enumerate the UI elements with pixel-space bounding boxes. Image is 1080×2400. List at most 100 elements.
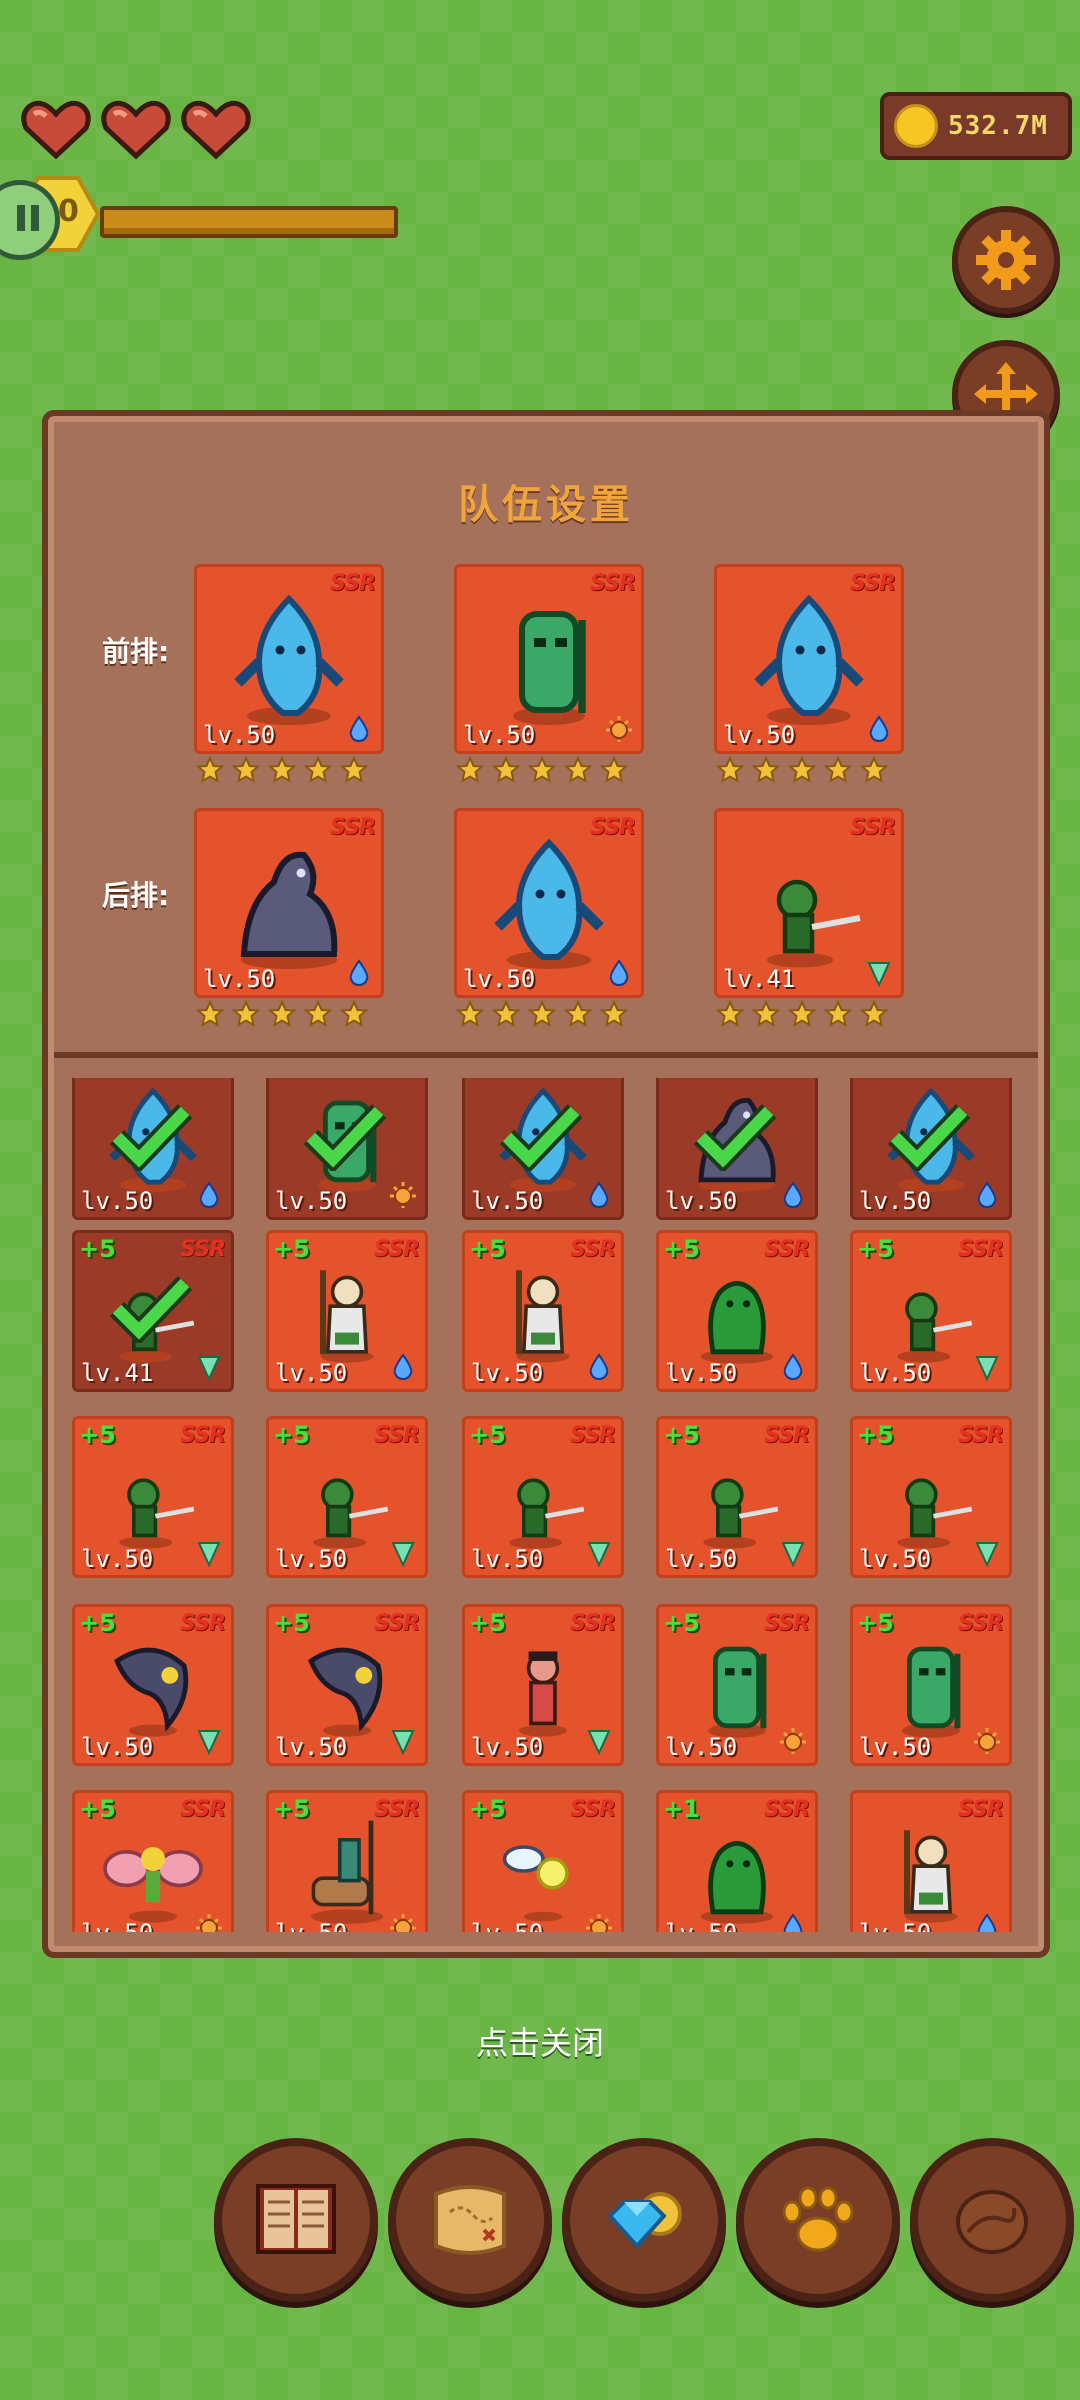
- roster-card[interactable]: lv.50: [656, 1078, 818, 1220]
- wind-element-icon: [585, 1539, 613, 1568]
- upgrade-badge: +5: [79, 1609, 116, 1637]
- fire-element-icon: [389, 1913, 417, 1932]
- wind-element-icon: [779, 1539, 807, 1568]
- wind-element-icon: [195, 1353, 223, 1382]
- unit-level: lv.50: [723, 721, 796, 749]
- upgrade-badge: +5: [857, 1235, 894, 1263]
- rarity-badge: SSR: [958, 1797, 1004, 1822]
- wind-element-icon: [389, 1539, 417, 1568]
- unit-level: lv.50: [471, 1545, 544, 1573]
- wind-element-icon: [865, 959, 893, 988]
- roster-card[interactable]: lv.50: [266, 1078, 428, 1220]
- star-icon: [339, 999, 369, 1028]
- wind-element-icon: [585, 1727, 613, 1756]
- settings-button[interactable]: [952, 206, 1060, 314]
- upgrade-badge: +5: [663, 1235, 700, 1263]
- unit-level: lv.50: [665, 1919, 737, 1932]
- upgrade-badge: +5: [469, 1609, 506, 1637]
- roster-card[interactable]: lv.50: [850, 1078, 1012, 1220]
- check-icon: [109, 1276, 193, 1343]
- pets-button[interactable]: [736, 2138, 900, 2302]
- star-icon: [527, 999, 557, 1028]
- roster-card[interactable]: +1 SSR lv.50: [656, 1790, 818, 1932]
- roster-card[interactable]: +5 SSR lv.50: [462, 1790, 624, 1932]
- upgrade-badge: +5: [79, 1795, 116, 1823]
- roster-card[interactable]: +5 SSR lv.50: [462, 1416, 624, 1578]
- rarity-badge: SSR: [180, 1797, 226, 1822]
- star-icon: [303, 755, 333, 784]
- water-element-icon: [973, 1913, 1001, 1932]
- wind-element-icon: [973, 1539, 1001, 1568]
- close-hint[interactable]: 点击关闭: [0, 2018, 1080, 2064]
- star-icon: [751, 999, 781, 1028]
- star-icon: [751, 755, 781, 784]
- shop-button[interactable]: [562, 2138, 726, 2302]
- water-element-icon: [605, 959, 633, 987]
- roster-grid[interactable]: lv.50 lv.50 lv.50 lv.50 lv.50 +5 SSR lv.41 +5 SSR…: [72, 1078, 1022, 1932]
- water-element-icon: [779, 1353, 807, 1381]
- gear-icon: [976, 230, 1036, 290]
- front-row-label: 前排:: [102, 635, 170, 668]
- star-icon: [787, 999, 817, 1028]
- unit-level: lv.50: [471, 1187, 544, 1215]
- roster-card[interactable]: lv.50: [462, 1078, 624, 1220]
- unit-level: lv.50: [859, 1359, 932, 1387]
- xp-bar: [100, 206, 398, 238]
- unit-level: lv.50: [275, 1733, 348, 1761]
- roster-card[interactable]: +5 SSR lv.41: [72, 1230, 234, 1392]
- book-button[interactable]: [214, 2138, 378, 2302]
- back-row-label: 后排:: [102, 879, 170, 912]
- roster-card[interactable]: +5 SSR lv.50: [656, 1416, 818, 1578]
- roster-card[interactable]: +5 SSR lv.50: [850, 1416, 1012, 1578]
- dark-rat-sprite: [240, 851, 338, 969]
- map-button[interactable]: [388, 2138, 552, 2302]
- roster-card[interactable]: +5 SSR lv.50: [850, 1230, 1012, 1392]
- bag-button[interactable]: [910, 2138, 1074, 2302]
- roster-card[interactable]: +5 SSR lv.50: [656, 1604, 818, 1766]
- back-slot[interactable]: SSR lv.41: [714, 808, 904, 998]
- panel-divider: [54, 1052, 1038, 1058]
- fire-element-icon: [195, 1913, 223, 1932]
- water-element-icon: [345, 959, 373, 987]
- roster-card[interactable]: SSR lv.50: [850, 1790, 1012, 1932]
- unit-level: lv.50: [81, 1187, 154, 1215]
- unit-level: lv.50: [471, 1733, 544, 1761]
- rarity-badge: SSR: [958, 1423, 1004, 1448]
- roster-card[interactable]: +5 SSR lv.50: [266, 1790, 428, 1932]
- roster-card[interactable]: +5 SSR lv.50: [462, 1604, 624, 1766]
- roster-card[interactable]: +5 SSR lv.50: [850, 1604, 1012, 1766]
- roster-card[interactable]: +5 SSR lv.50: [266, 1230, 428, 1392]
- roster-card[interactable]: lv.50: [72, 1078, 234, 1220]
- wind-element-icon: [389, 1727, 417, 1756]
- roster-card[interactable]: +5 SSR lv.50: [72, 1604, 234, 1766]
- unit-level: lv.50: [859, 1187, 932, 1215]
- roster-card[interactable]: +5 SSR lv.50: [266, 1416, 428, 1578]
- star-icon: [231, 755, 261, 784]
- water-element-icon: [585, 1353, 613, 1381]
- upgrade-badge: +5: [273, 1609, 310, 1637]
- roster-card[interactable]: +5 SSR lv.50: [462, 1230, 624, 1392]
- roster-card[interactable]: +5 SSR lv.50: [72, 1416, 234, 1578]
- roster-card[interactable]: +5 SSR lv.50: [266, 1604, 428, 1766]
- star-icon: [339, 755, 369, 784]
- unit-level: lv.50: [665, 1187, 738, 1215]
- star-rating: [455, 755, 629, 784]
- front-slot[interactable]: SSR lv.50: [194, 564, 384, 754]
- roster-card[interactable]: +5 SSR lv.50: [656, 1230, 818, 1392]
- star-icon: [267, 755, 297, 784]
- star-icon: [455, 999, 485, 1028]
- back-slot[interactable]: SSR lv.50: [194, 808, 384, 998]
- back-slot[interactable]: SSR lv.50: [454, 808, 644, 998]
- star-icon: [787, 755, 817, 784]
- rarity-badge: SSR: [180, 1423, 226, 1448]
- rarity-badge: SSR: [764, 1237, 810, 1262]
- wind-element-icon: [195, 1727, 223, 1756]
- roster-card[interactable]: +5 SSR lv.50: [72, 1790, 234, 1932]
- upgrade-badge: +5: [79, 1235, 116, 1263]
- rarity-badge: SSR: [570, 1237, 616, 1262]
- water-element-icon: [389, 1353, 417, 1381]
- front-slot[interactable]: SSR lv.50: [714, 564, 904, 754]
- upgrade-badge: +5: [469, 1795, 506, 1823]
- front-slot[interactable]: SSR lv.50: [454, 564, 644, 754]
- rarity-badge: SSR: [180, 1611, 226, 1636]
